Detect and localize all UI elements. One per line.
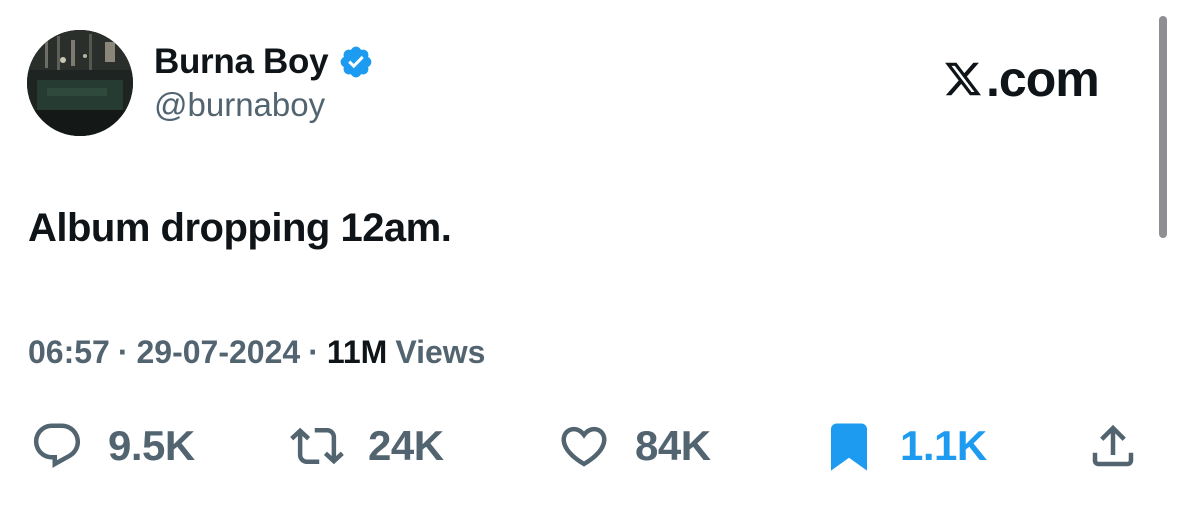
scrollbar[interactable]	[1159, 16, 1167, 238]
bookmark-count: 1.1K	[900, 422, 987, 469]
author-handle[interactable]: @burnaboy	[154, 86, 325, 124]
like-count: 84K	[635, 422, 711, 469]
repost-icon	[290, 427, 344, 465]
tweet-meta: 06:57 · 29-07-2024 · 11M Views	[28, 334, 485, 371]
bookmark-icon	[831, 423, 867, 471]
tweet-time[interactable]: 06:57	[28, 334, 110, 371]
repost-button[interactable]: 24K	[290, 418, 444, 474]
x-logo-icon	[945, 62, 982, 96]
meta-separator: ·	[117, 334, 129, 370]
brand-text: .com	[986, 51, 1100, 107]
author-display-name[interactable]: Burna Boy	[154, 42, 329, 82]
verified-badge-icon[interactable]	[338, 44, 374, 80]
reply-button[interactable]: 9.5K	[30, 418, 195, 474]
repost-count: 24K	[368, 422, 444, 469]
share-button[interactable]	[1086, 418, 1140, 474]
reply-count: 9.5K	[108, 422, 195, 469]
bookmark-button[interactable]: 1.1K	[822, 418, 987, 474]
meta-separator: ·	[308, 334, 319, 370]
brand-logo: .com	[942, 51, 1100, 107]
author-name-row: Burna Boy	[154, 40, 374, 84]
avatar[interactable]	[27, 30, 133, 136]
tweet-date[interactable]: 29-07-2024	[137, 334, 301, 371]
views-count: 11M	[326, 334, 388, 370]
like-button[interactable]: 84K	[557, 418, 711, 474]
reply-icon	[33, 423, 81, 468]
tweet-text: Album dropping 12am.	[28, 206, 452, 250]
tweet-actions: 9.5K 24K 84K 1.1K	[0, 418, 1179, 474]
avatar-image	[27, 30, 133, 136]
views-label: Views	[395, 334, 486, 370]
heart-icon	[561, 426, 607, 467]
share-icon	[1092, 424, 1134, 467]
